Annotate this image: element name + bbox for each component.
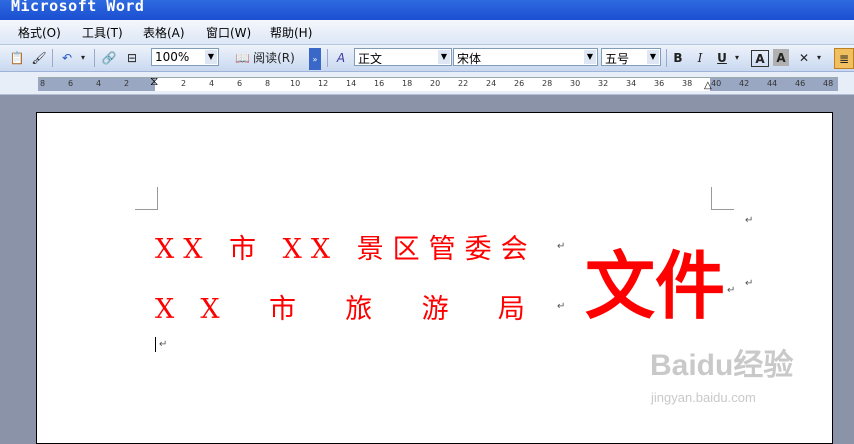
read-mode-label: 阅读(R) — [253, 51, 295, 65]
ruler-tick: 14 — [346, 79, 357, 88]
chevron-down-icon: ▼ — [205, 50, 217, 64]
ruler-tick: 16 — [374, 79, 385, 88]
first-line-indent-marker[interactable]: ⧖ — [150, 75, 158, 87]
underline-dropdown-icon[interactable]: ▾ — [732, 48, 742, 67]
window-title: Microsoft Word — [11, 0, 145, 15]
ruler-tick: 32 — [598, 79, 609, 88]
ruler-tick: 10 — [290, 79, 301, 88]
paste-icon[interactable]: 📋 — [8, 48, 26, 67]
hyperlink-icon[interactable]: 🔗 — [100, 48, 118, 67]
ruler-tick: 20 — [430, 79, 441, 88]
ruler-tick: 6 — [237, 79, 243, 88]
ruler-tick: 38 — [682, 79, 693, 88]
menu-table[interactable]: 表格(A) — [143, 24, 185, 41]
bold-button[interactable]: B — [670, 48, 686, 67]
document-big-title: 文件 — [585, 242, 725, 330]
styles-icon[interactable]: A — [332, 48, 350, 67]
ruler-tick: 2 — [124, 79, 130, 88]
ruler-tick: 4 — [209, 79, 215, 88]
header-line-2: X X 市 旅 游 局 — [155, 294, 528, 325]
ruler-tick: 36 — [654, 79, 665, 88]
paragraph-mark: ↵ — [557, 301, 566, 312]
char-scale-icon[interactable]: ✕ — [796, 48, 812, 67]
document-map-icon[interactable]: ⊟ — [122, 48, 142, 67]
ruler-tick: 30 — [570, 79, 581, 88]
style-select[interactable]: 正文 ▼ — [354, 48, 452, 66]
align-justify-icon[interactable]: ≣ — [834, 48, 854, 69]
separator — [327, 49, 328, 67]
paragraph-mark: ↵ — [745, 278, 754, 289]
font-size-value: 五号 — [605, 52, 630, 66]
ruler-tick: 28 — [542, 79, 553, 88]
separator — [666, 49, 667, 67]
read-mode-button[interactable]: 📖 阅读(R) — [230, 48, 300, 67]
title-bar: Microsoft Word — [0, 0, 854, 20]
menu-window[interactable]: 窗口(W) — [206, 24, 251, 41]
ruler-tick: 46 — [795, 79, 806, 88]
zoom-select[interactable]: 100% ▼ — [151, 48, 219, 66]
char-scale-dropdown-icon[interactable]: ▾ — [814, 48, 824, 67]
char-border-button[interactable]: A — [751, 50, 769, 67]
right-indent-marker[interactable]: △ — [704, 80, 712, 91]
ruler-tick: 6 — [68, 79, 74, 88]
chevron-down-icon: ▼ — [584, 50, 596, 64]
char-shading-button[interactable]: A — [773, 49, 789, 66]
ruler-tick: 8 — [40, 79, 46, 88]
ruler-tick: 48 — [823, 79, 834, 88]
ruler-tick: 24 — [486, 79, 497, 88]
book-icon: 📖 — [235, 50, 251, 65]
chevron-down-icon: ▼ — [438, 50, 450, 64]
ruler-tick: 4 — [96, 79, 102, 88]
separator — [52, 49, 53, 67]
chevron-down-icon: ▼ — [647, 50, 659, 64]
style-value: 正文 — [358, 52, 383, 66]
ruler-tick: 18 — [402, 79, 413, 88]
header-line-1: XX 市 XX 景区管委会 — [155, 234, 537, 265]
ruler-tick: 12 — [318, 79, 329, 88]
format-painter-icon[interactable]: 🖌 — [30, 48, 48, 67]
undo-icon[interactable]: ↶ — [58, 48, 76, 67]
text-cursor — [155, 337, 156, 352]
margin-corner-top-right — [711, 187, 734, 210]
menu-help[interactable]: 帮助(H) — [270, 24, 312, 41]
ruler-tick: 34 — [626, 79, 637, 88]
separator — [94, 49, 95, 67]
paragraph-mark: ↵ — [159, 339, 168, 350]
font-value: 宋体 — [457, 52, 482, 66]
menu-format[interactable]: 格式(O) — [18, 24, 61, 41]
italic-button[interactable]: I — [692, 48, 708, 67]
ruler-tick: 8 — [265, 79, 271, 88]
watermark-url: jingyan.baidu.com — [651, 390, 756, 405]
ruler-bar: 8 6 4 2 2 4 6 8 10 12 14 16 18 20 22 24 … — [0, 72, 854, 95]
menu-tools[interactable]: 工具(T) — [82, 24, 123, 41]
zoom-value: 100% — [155, 50, 190, 64]
watermark-logo: Baidu经验 — [650, 349, 794, 382]
paragraph-mark: ↵ — [557, 241, 566, 252]
ruler-tick: 42 — [739, 79, 750, 88]
ruler-tick: 22 — [458, 79, 469, 88]
underline-button[interactable]: U — [714, 48, 730, 67]
toolbar: 📋 🖌 ↶ ▾ 🔗 ⊟ 100% ▼ 📖 阅读(R) » A 正文 ▼ 宋体 ▼… — [0, 45, 854, 72]
menu-bar: 格式(O) 工具(T) 表格(A) 窗口(W) 帮助(H) — [0, 20, 854, 45]
ruler-tick: 2 — [181, 79, 187, 88]
toolbar-options-icon[interactable]: » — [309, 48, 321, 70]
paragraph-mark: ↵ — [745, 215, 754, 226]
font-select[interactable]: 宋体 ▼ — [453, 48, 598, 66]
ruler-tick: 44 — [767, 79, 778, 88]
paragraph-mark: ↵ — [727, 285, 736, 296]
font-size-select[interactable]: 五号 ▼ — [601, 48, 661, 66]
ruler-tick: 40 — [711, 79, 722, 88]
undo-dropdown-icon[interactable]: ▾ — [78, 48, 88, 67]
ruler-tick: 26 — [514, 79, 525, 88]
margin-corner-top-left — [135, 187, 158, 210]
